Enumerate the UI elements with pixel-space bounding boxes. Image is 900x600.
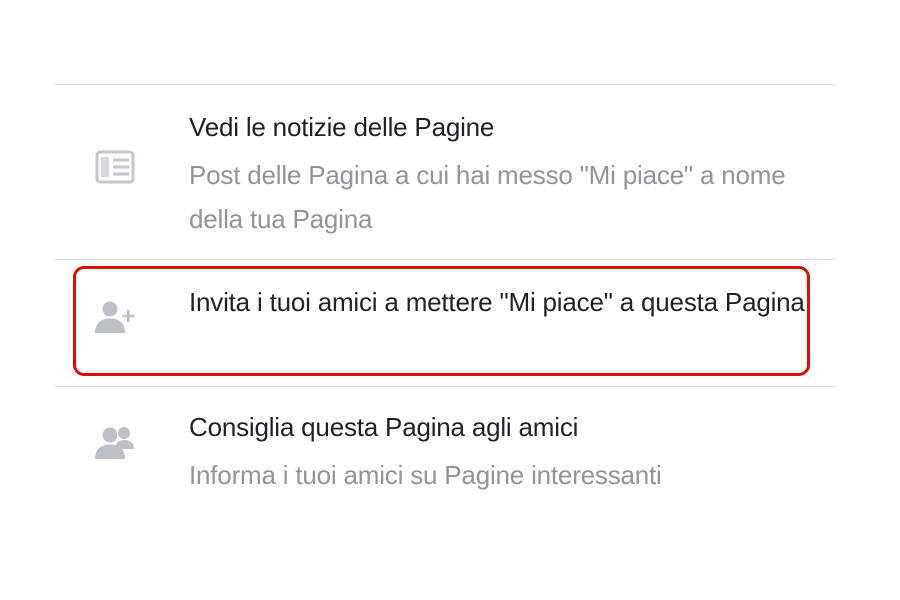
menu-item-text: Vedi le notizie delle Pagine Post delle …: [189, 105, 824, 241]
menu-item-title: Vedi le notizie delle Pagine: [189, 112, 495, 142]
menu-item-title: Consiglia questa Pagina agli amici: [189, 412, 579, 442]
menu-item-subtitle: Post delle Pagina a cui hai messo "Mi pi…: [189, 160, 786, 234]
recommend-friends-icon: [92, 421, 142, 471]
menu-item-title: Invita i tuoi amici a mettere "Mi piace"…: [189, 287, 805, 317]
menu-item-text: Consiglia questa Pagina agli amici Infor…: [189, 405, 824, 497]
page-actions-menu: Vedi le notizie delle Pagine Post delle …: [54, 84, 836, 515]
menu-item-recommend-page[interactable]: Consiglia questa Pagina agli amici Infor…: [54, 387, 836, 515]
menu-item-pages-feed[interactable]: Vedi le notizie delle Pagine Post delle …: [54, 85, 836, 259]
pages-feed-icon: [92, 147, 142, 197]
invite-friends-icon: [92, 296, 142, 346]
menu-item-text: Invita i tuoi amici a mettere "Mi piace"…: [189, 280, 824, 324]
menu-item-subtitle: Informa i tuoi amici su Pagine interessa…: [189, 460, 662, 490]
menu-item-invite-friends[interactable]: Invita i tuoi amici a mettere "Mi piace"…: [54, 260, 836, 386]
